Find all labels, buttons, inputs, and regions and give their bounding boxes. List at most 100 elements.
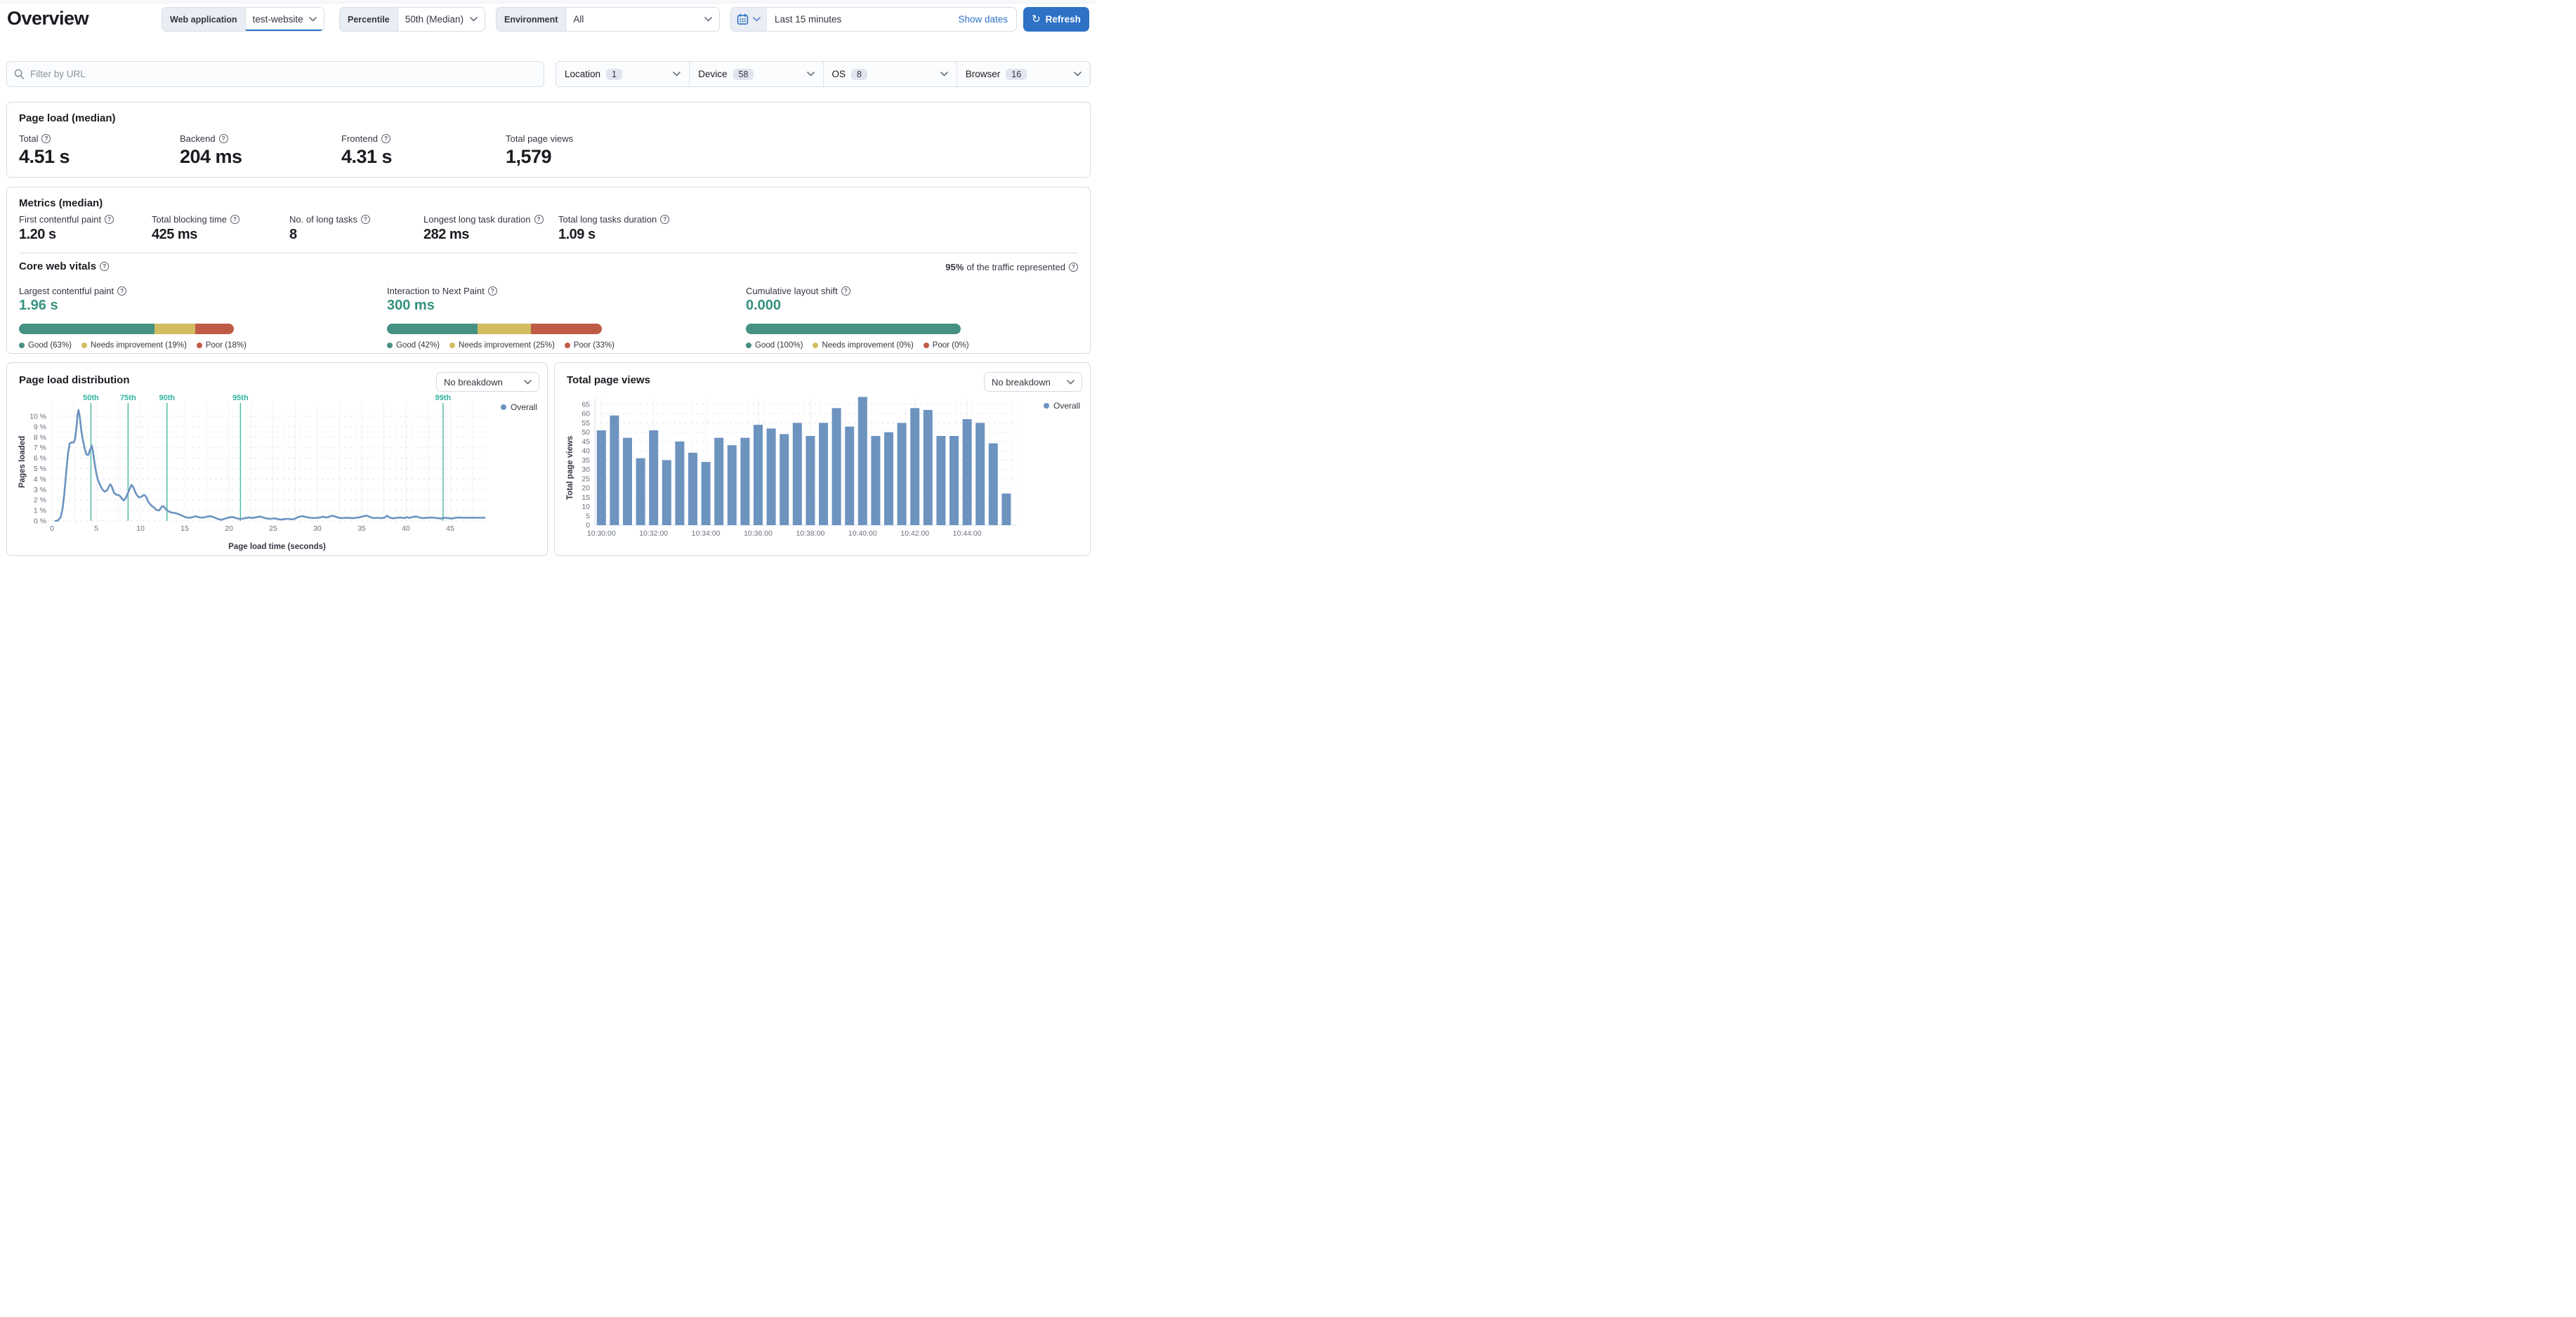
device-filter-label: Device xyxy=(698,69,728,79)
total-page-views-chart[interactable]: 0 5101520253035404550556065 10:30:00 10:32:… xyxy=(558,392,1086,544)
date-picker[interactable]: Last 15 minutes Show dates xyxy=(730,7,1017,32)
environment-select[interactable]: Environment All xyxy=(496,7,720,32)
svg-text:55: 55 xyxy=(581,419,590,428)
svg-text:10:32:00: 10:32:00 xyxy=(639,529,668,538)
refresh-button[interactable]: ↻ Refresh xyxy=(1023,7,1089,32)
needs-improvement-dot xyxy=(813,343,819,348)
refresh-icon: ↻ xyxy=(1032,13,1041,25)
calendar-icon xyxy=(737,13,749,25)
vital-cls: Cumulative layout shift? 0.000 Good (100… xyxy=(746,286,969,350)
browser-filter-label: Browser xyxy=(965,69,1001,79)
svg-text:50: 50 xyxy=(581,428,590,437)
svg-text:25: 25 xyxy=(269,524,277,533)
location-filter-label: Location xyxy=(565,69,601,79)
svg-text:5 %: 5 % xyxy=(34,465,46,473)
svg-text:45: 45 xyxy=(446,524,454,533)
svg-text:50th: 50th xyxy=(83,394,99,402)
inp-score-bar xyxy=(387,324,602,334)
svg-text:10:30:00: 10:30:00 xyxy=(587,529,616,538)
url-filter-box[interactable] xyxy=(6,61,544,87)
info-icon[interactable]: ? xyxy=(41,134,51,143)
chevron-down-icon xyxy=(470,17,478,22)
info-icon[interactable]: ? xyxy=(230,215,239,224)
chevron-down-icon xyxy=(309,17,317,22)
percentile-select[interactable]: Percentile 50th (Median) xyxy=(339,7,485,32)
traffic-represented-note: 95% of the traffic represented ? xyxy=(945,262,1078,272)
page-load-distribution-panel: Page load distribution No breakdown Over… xyxy=(6,362,548,556)
page-load-distribution-chart[interactable]: 0 % 1 % 2 % 3 % 4 % 5 % 6 % 7 % 8 % 9 % 10 % 0 5 10 15… xyxy=(10,392,546,541)
svg-text:6 %: 6 % xyxy=(34,454,46,463)
page-load-panel: Page load (median) Total? 4.51 s Backend… xyxy=(6,102,1091,178)
svg-text:0: 0 xyxy=(586,522,590,530)
svg-text:10:34:00: 10:34:00 xyxy=(692,529,721,538)
top-strip xyxy=(0,0,1096,4)
stat-backend: Backend? 204 ms xyxy=(180,133,242,167)
percentile-label: Percentile xyxy=(340,8,398,31)
stat-total-page-views: Total page views 1,579 xyxy=(506,133,574,167)
location-filter-count: 1 xyxy=(606,68,622,80)
stat-total: Total? 4.51 s xyxy=(19,133,70,167)
date-picker-quick-menu[interactable] xyxy=(731,8,767,31)
good-dot xyxy=(19,343,25,348)
info-icon[interactable]: ? xyxy=(100,262,110,271)
svg-text:4 %: 4 % xyxy=(34,475,46,484)
svg-text:20: 20 xyxy=(225,524,233,533)
svg-text:90th: 90th xyxy=(159,394,175,402)
web-application-select[interactable]: Web application test-website xyxy=(162,7,324,32)
svg-text:15: 15 xyxy=(581,494,590,502)
total-page-views-panel: Total page views No breakdown Overall To… xyxy=(554,362,1091,556)
vital-inp: Interaction to Next Paint? 300 ms Good (… xyxy=(387,286,615,350)
svg-text:10:36:00: 10:36:00 xyxy=(744,529,773,538)
url-filter-input[interactable] xyxy=(30,69,537,79)
svg-text:10:38:00: 10:38:00 xyxy=(796,529,824,538)
svg-text:30: 30 xyxy=(581,465,590,474)
metrics-panel: Metrics (median) First contentful paint?… xyxy=(6,187,1091,354)
info-icon[interactable]: ? xyxy=(218,134,228,143)
svg-text:9 %: 9 % xyxy=(34,423,46,431)
distribution-breakdown-select[interactable]: No breakdown xyxy=(436,372,539,392)
chevron-down-icon xyxy=(1074,72,1082,77)
chevron-down-icon xyxy=(673,72,681,77)
good-dot xyxy=(387,343,393,348)
page-title: Overview xyxy=(7,8,89,29)
svg-text:10:42:00: 10:42:00 xyxy=(900,529,929,538)
info-icon[interactable]: ? xyxy=(360,215,370,224)
chevron-down-icon xyxy=(524,379,532,384)
info-icon[interactable]: ? xyxy=(1069,263,1078,272)
environment-value: All xyxy=(573,14,584,25)
info-icon[interactable]: ? xyxy=(841,286,850,296)
core-web-vitals-title: Core web vitals? xyxy=(19,260,110,272)
location-filter[interactable]: Location 1 xyxy=(556,62,689,86)
facet-filter-group: Location 1 Device 58 OS 8 Browser 16 xyxy=(556,61,1091,87)
info-icon[interactable]: ? xyxy=(105,215,114,224)
chevron-down-icon xyxy=(806,72,815,77)
info-icon[interactable]: ? xyxy=(660,215,670,224)
info-icon[interactable]: ? xyxy=(487,286,497,296)
chevron-down-icon xyxy=(753,17,761,22)
svg-text:8 %: 8 % xyxy=(34,433,46,442)
info-icon[interactable]: ? xyxy=(534,215,544,224)
page-views-breakdown-select[interactable]: No breakdown xyxy=(984,372,1082,392)
svg-text:7 %: 7 % xyxy=(34,444,46,452)
good-dot xyxy=(746,343,751,348)
os-filter[interactable]: OS 8 xyxy=(822,62,957,86)
lcp-score-bar xyxy=(19,324,234,334)
metrics-title: Metrics (median) xyxy=(19,197,103,209)
svg-text:60: 60 xyxy=(581,410,590,418)
device-filter[interactable]: Device 58 xyxy=(689,62,822,86)
date-range-value[interactable]: Last 15 minutes xyxy=(767,8,949,31)
os-filter-count: 8 xyxy=(851,68,867,80)
svg-text:0: 0 xyxy=(50,524,54,533)
browser-filter-count: 16 xyxy=(1006,68,1027,80)
svg-text:10:44:00: 10:44:00 xyxy=(953,529,982,538)
show-dates-link[interactable]: Show dates xyxy=(949,8,1016,31)
svg-text:10: 10 xyxy=(136,524,145,533)
info-icon[interactable]: ? xyxy=(381,134,391,143)
distribution-title: Page load distribution xyxy=(19,374,130,386)
svg-text:35: 35 xyxy=(357,524,366,533)
poor-dot xyxy=(196,343,202,348)
browser-filter[interactable]: Browser 16 xyxy=(956,62,1090,86)
svg-text:35: 35 xyxy=(581,456,590,465)
stat-total-task-duration: Total long tasks duration? 1.09 s xyxy=(558,214,670,243)
info-icon[interactable]: ? xyxy=(117,286,127,296)
